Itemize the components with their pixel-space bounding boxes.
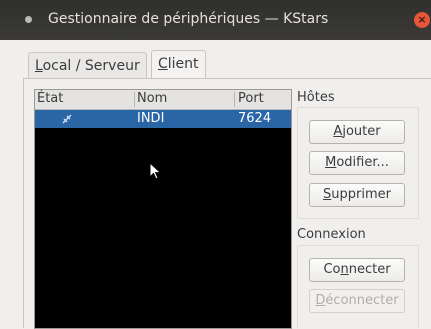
button-label-rest: éconnecter [325,293,399,308]
device-table[interactable]: État Nom Port INDI 7624 [34,89,292,329]
tab-client[interactable]: Client [151,50,206,79]
connect-button[interactable]: Connecter [309,258,405,282]
column-header-state[interactable]: État [37,91,63,106]
button-label-rest: odifier... [336,155,389,170]
close-icon[interactable]: × [414,12,430,28]
column-header-port[interactable]: Port [238,91,264,106]
tab-local-server[interactable]: Local / Serveur [28,52,147,79]
button-label-rest: necter [348,262,391,277]
device-name: INDI [137,111,165,126]
button-label-rest: jouter [342,124,381,139]
button-mnemonic: M [325,155,337,170]
column-header-name[interactable]: Nom [137,91,167,106]
device-port: 7624 [238,111,272,126]
window-menu-icon[interactable] [25,16,32,23]
button-mnemonic: n [340,262,349,277]
window-titlebar: Gestionnaire de périphériques — KStars × [0,0,431,40]
tab-mnemonic: L [35,58,43,74]
button-label-rest: upprimer [331,187,391,202]
button-label-prefix: Co [323,262,341,277]
connection-group-label: Connexion [297,227,366,242]
add-host-button[interactable]: Ajouter [309,120,405,144]
hosts-group-label: Hôtes [297,90,335,105]
modify-host-button[interactable]: Modifier... [309,151,405,175]
disconnect-button[interactable]: Déconnecter [309,289,405,313]
tab-label-rest: ocal / Serveur [42,58,140,74]
mouse-cursor-icon [149,162,162,180]
delete-host-button[interactable]: Supprimer [309,183,405,207]
table-row[interactable]: INDI 7624 [35,110,291,128]
button-mnemonic: A [333,124,343,139]
column-divider[interactable] [134,92,135,107]
tab-mnemonic: C [158,56,168,72]
button-mnemonic: D [315,293,326,308]
table-header: État Nom Port [35,90,291,110]
connection-icon [62,114,72,124]
tab-label-rest: lient [167,56,199,72]
window-title: Gestionnaire de périphériques — KStars [48,11,329,27]
column-divider[interactable] [234,92,235,107]
